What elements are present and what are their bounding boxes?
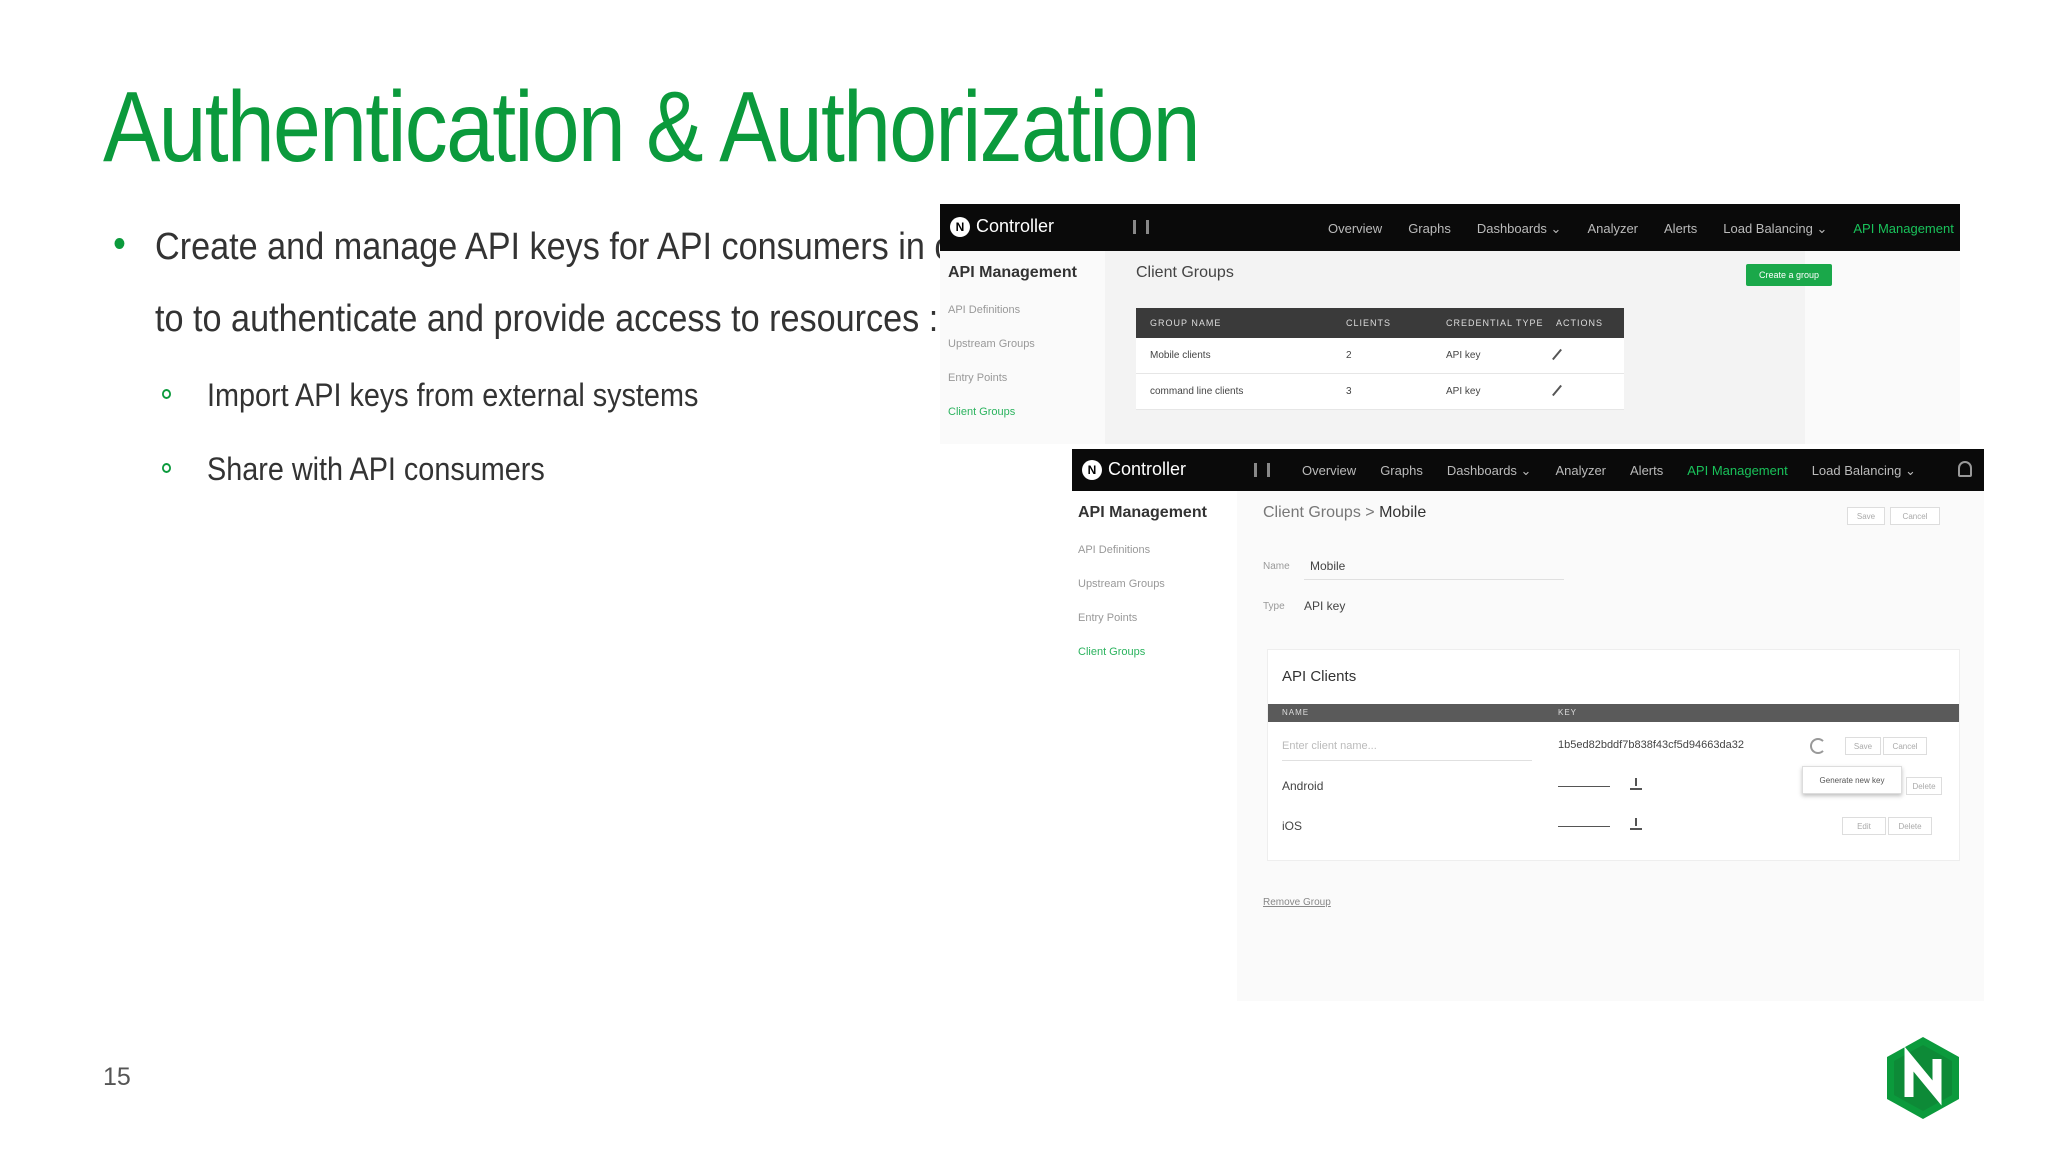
- slide-title: Authentication & Authorization: [103, 71, 1201, 183]
- breadcrumb-parent[interactable]: Client Groups: [1263, 504, 1361, 521]
- sidebar-title: API Management: [1078, 504, 1207, 521]
- cancel-button[interactable]: Cancel: [1890, 507, 1940, 525]
- refresh-icon[interactable]: [1810, 738, 1826, 754]
- masked-key: [1558, 786, 1610, 787]
- nginx-logo-icon: [1887, 1037, 1959, 1119]
- table-header: GROUP NAME CLIENTS CREDENTIAL TYPE ACTIO…: [1136, 308, 1624, 338]
- sidebar-title: API Management: [948, 264, 1077, 281]
- new-client-save-button[interactable]: Save: [1845, 737, 1881, 755]
- top-nav-bar: N Controller Overview Graphs Dashboards …: [1072, 449, 1984, 491]
- page-number: 15: [103, 1063, 131, 1091]
- masked-key: [1558, 826, 1610, 827]
- main-nav: Overview Graphs Dashboards ⌄ Analyzer Al…: [1328, 221, 1954, 237]
- save-button[interactable]: Save: [1847, 507, 1885, 525]
- sidebar-item-api-definitions[interactable]: API Definitions: [1078, 544, 1238, 556]
- table-row: Android Generate new key Delete: [1282, 766, 1947, 802]
- bullet-main-line-2: to to authenticate and provide access to…: [155, 298, 939, 340]
- nav-graphs[interactable]: Graphs: [1408, 221, 1451, 237]
- table-row[interactable]: Mobile clients 2 API key: [1136, 338, 1624, 374]
- table-row[interactable]: command line clients 3 API key: [1136, 374, 1624, 410]
- nav-api-management[interactable]: API Management: [1853, 221, 1953, 237]
- nav-dashboards[interactable]: Dashboards ⌄: [1477, 221, 1562, 237]
- sidebar: API Management API Definitions Upstream …: [948, 264, 1108, 418]
- bullet-sub-1: Import API keys from external systems: [162, 377, 698, 414]
- generate-key-tooltip[interactable]: Generate new key: [1802, 766, 1902, 794]
- bullet-main-line-1: Create and manage API keys for API consu…: [114, 226, 1014, 269]
- api-clients-title: API Clients: [1282, 668, 1357, 685]
- name-underline: [1304, 579, 1564, 580]
- grid-menu-icon[interactable]: [1133, 220, 1149, 234]
- nav-dashboards[interactable]: Dashboards ⌄: [1447, 463, 1532, 479]
- bullet-sub-2: Share with API consumers: [162, 451, 545, 488]
- client-name: Android: [1282, 779, 1324, 793]
- sidebar-item-api-definitions[interactable]: API Definitions: [948, 304, 1108, 316]
- sidebar-item-client-groups[interactable]: Client Groups: [1078, 646, 1238, 658]
- top-nav-bar: N Controller Overview Graphs Dashboards …: [940, 204, 1960, 251]
- controller-brand[interactable]: N Controller: [950, 216, 1054, 237]
- nginx-logo-icon: N: [1082, 459, 1102, 480]
- nav-alerts[interactable]: Alerts: [1630, 463, 1663, 479]
- breadcrumb-current: Mobile: [1379, 504, 1427, 521]
- sidebar-item-client-groups[interactable]: Client Groups: [948, 406, 1108, 418]
- new-client-cancel-button[interactable]: Cancel: [1883, 737, 1927, 755]
- client-name-input[interactable]: Enter client name...: [1282, 740, 1377, 752]
- client-groups-screenshot: N Controller Overview Graphs Dashboards …: [940, 204, 1960, 444]
- download-icon[interactable]: [1630, 778, 1642, 790]
- breadcrumb: Client Groups > Mobile: [1263, 504, 1426, 522]
- bell-icon[interactable]: [1958, 461, 1972, 477]
- bullet-ring-icon: [162, 389, 171, 399]
- grid-menu-icon[interactable]: [1254, 463, 1270, 477]
- edit-button[interactable]: Edit: [1842, 817, 1886, 835]
- sidebar-item-entry-points[interactable]: Entry Points: [1078, 612, 1238, 624]
- delete-button[interactable]: Delete: [1906, 777, 1942, 795]
- breadcrumb-separator: >: [1365, 504, 1375, 521]
- nav-alerts[interactable]: Alerts: [1664, 221, 1697, 237]
- name-input[interactable]: Mobile: [1310, 559, 1345, 573]
- new-client-row: Enter client name... 1b5ed82bddf7b838f43…: [1282, 732, 1947, 762]
- api-clients-card: API Clients NAME KEY Enter client name..…: [1267, 649, 1960, 861]
- controller-brand[interactable]: N Controller: [1082, 459, 1186, 480]
- remove-group-link[interactable]: Remove Group: [1263, 897, 1331, 908]
- client-name: iOS: [1282, 819, 1303, 833]
- sidebar-item-upstream-groups[interactable]: Upstream Groups: [948, 338, 1108, 350]
- nav-analyzer[interactable]: Analyzer: [1587, 221, 1638, 237]
- type-value: API key: [1304, 599, 1346, 613]
- sidebar-item-entry-points[interactable]: Entry Points: [948, 372, 1108, 384]
- create-group-button[interactable]: Create a group: [1746, 264, 1832, 286]
- name-label: Name: [1263, 561, 1290, 572]
- nginx-logo-icon: N: [950, 216, 970, 237]
- bullet-ring-icon: [162, 463, 171, 473]
- download-icon[interactable]: [1630, 818, 1642, 830]
- clients-table-header: NAME KEY: [1268, 704, 1959, 722]
- nav-load-balancing[interactable]: Load Balancing ⌄: [1812, 463, 1916, 479]
- generated-key: 1b5ed82bddf7b838f43cf5d94663da32: [1558, 739, 1744, 751]
- nav-api-management[interactable]: API Management: [1687, 463, 1787, 479]
- nav-overview[interactable]: Overview: [1302, 463, 1356, 479]
- page-heading: Client Groups: [1136, 264, 1234, 281]
- nav-load-balancing[interactable]: Load Balancing ⌄: [1723, 221, 1827, 237]
- client-group-detail-screenshot: N Controller Overview Graphs Dashboards …: [1072, 449, 1984, 1001]
- main-nav: Overview Graphs Dashboards ⌄ Analyzer Al…: [1302, 463, 1916, 479]
- type-label: Type: [1263, 601, 1285, 612]
- table-row: iOS Edit Delete: [1282, 812, 1947, 842]
- sidebar-item-upstream-groups[interactable]: Upstream Groups: [1078, 578, 1238, 590]
- sidebar: API Management API Definitions Upstream …: [1078, 504, 1238, 658]
- bullet-dot-icon: [114, 238, 125, 249]
- client-groups-table: GROUP NAME CLIENTS CREDENTIAL TYPE ACTIO…: [1136, 308, 1624, 410]
- nav-graphs[interactable]: Graphs: [1380, 463, 1423, 479]
- nav-analyzer[interactable]: Analyzer: [1555, 463, 1606, 479]
- delete-button[interactable]: Delete: [1888, 817, 1932, 835]
- nav-overview[interactable]: Overview: [1328, 221, 1382, 237]
